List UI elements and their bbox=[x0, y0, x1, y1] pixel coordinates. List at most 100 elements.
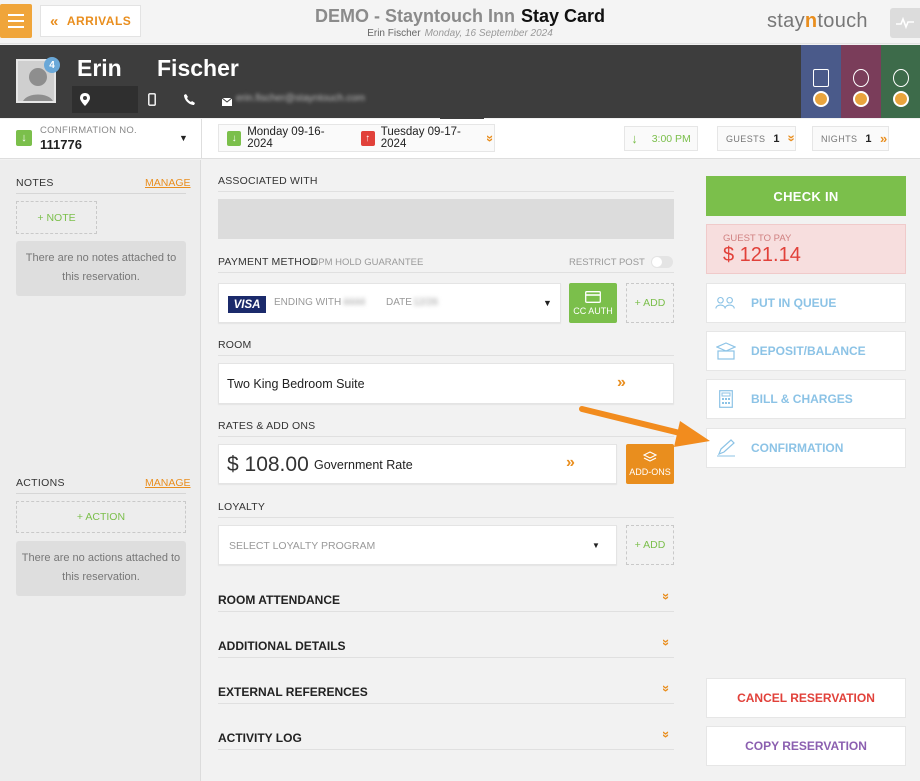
rate-name: Government Rate bbox=[314, 458, 413, 472]
double-chevron-right-icon: » bbox=[617, 374, 626, 391]
cancel-reservation-button[interactable]: CANCEL RESERVATION bbox=[706, 678, 906, 718]
confirmation-number[interactable]: 111776 bbox=[40, 137, 82, 152]
nights-count[interactable]: NIGHTS 1 » bbox=[812, 126, 889, 151]
mobile-phone-icon[interactable] bbox=[148, 93, 156, 109]
rate-card[interactable]: $ 108.00 Government Rate » bbox=[218, 444, 617, 484]
globe-icon bbox=[853, 69, 869, 87]
expiry-date-label: DATE bbox=[386, 297, 412, 308]
visa-card-icon: VISA bbox=[228, 296, 266, 313]
arrival-date: Monday 09-16-2024 bbox=[247, 126, 325, 150]
caret-down-icon[interactable]: ▼ bbox=[179, 133, 188, 143]
guest-to-pay-label: GUEST TO PAY bbox=[723, 233, 792, 244]
room-label: ROOM bbox=[218, 339, 252, 351]
double-chevron-left-icon: « bbox=[50, 12, 59, 30]
search-icon bbox=[853, 91, 869, 107]
left-column: NOTES MANAGE + NOTE There are no notes a… bbox=[0, 160, 201, 781]
arrival-arrow-icon: ↓ bbox=[16, 130, 32, 146]
double-chevron-right-icon: » bbox=[566, 454, 575, 471]
manage-notes-link[interactable]: MANAGE bbox=[145, 177, 191, 189]
tile-guest-web[interactable] bbox=[841, 45, 881, 118]
card-last-digits: 4444 bbox=[343, 297, 366, 308]
manage-actions-link[interactable]: MANAGE bbox=[145, 477, 191, 489]
stay-card-title: Stay Card bbox=[520, 6, 606, 26]
caret-down-icon: ▼ bbox=[543, 298, 552, 308]
card-expiry: 12/26 bbox=[413, 297, 439, 308]
bill-charges-button[interactable]: BILL & CHARGES bbox=[706, 379, 906, 419]
reservation-bar: ↓ CONFIRMATION NO. 111776 ▼ ↓ Monday 09-… bbox=[0, 119, 920, 159]
confirmation-button[interactable]: CONFIRMATION bbox=[706, 428, 906, 468]
guests-count[interactable]: GUESTS 1 » bbox=[717, 126, 800, 151]
double-chevron-down-icon[interactable]: » bbox=[659, 593, 674, 600]
hotel-name: DEMO - Stayntouch Inn bbox=[314, 6, 515, 26]
guest-email[interactable]: erin.fischer@stayntouch.com bbox=[236, 93, 365, 104]
menu-icon bbox=[8, 14, 24, 16]
building-icon bbox=[813, 69, 829, 87]
notes-empty-message: There are no notes attached to this rese… bbox=[16, 241, 186, 296]
external-references-section[interactable]: EXTERNAL REFERENCES bbox=[218, 685, 368, 699]
notes-title: NOTES bbox=[16, 177, 54, 189]
reservation-count-badge: 4 bbox=[44, 57, 60, 73]
activity-log-section[interactable]: ACTIVITY LOG bbox=[218, 731, 302, 745]
cc-auth-button[interactable]: CC AUTH bbox=[569, 283, 617, 323]
annotation-arrow-icon bbox=[579, 406, 710, 447]
payment-guarantee: 4PM HOLD GUARANTEE bbox=[313, 257, 424, 268]
caret-down-icon: ▼ bbox=[592, 541, 600, 550]
room-attendance-section[interactable]: ROOM ATTENDANCE bbox=[218, 593, 340, 607]
payment-method-label: PAYMENT METHOD bbox=[218, 256, 319, 268]
guest-first-name[interactable]: Erin bbox=[77, 55, 122, 82]
payment-card-select[interactable]: VISA ENDING WITH 4444 DATE 12/26 ▼ bbox=[218, 283, 561, 323]
actions-title: ACTIONS bbox=[16, 477, 65, 489]
departure-date: Tuesday 09-17-2024 bbox=[380, 126, 461, 150]
double-chevron-down-icon[interactable]: » bbox=[659, 731, 674, 738]
arrival-arrow-icon: ↓ bbox=[227, 130, 242, 146]
add-note-button[interactable]: + NOTE bbox=[16, 201, 97, 234]
group-icon bbox=[892, 69, 909, 87]
back-to-arrivals-button[interactable]: « ARRIVALS bbox=[40, 5, 141, 37]
search-icon bbox=[813, 91, 829, 107]
double-chevron-down-icon[interactable]: » bbox=[659, 685, 674, 692]
location-field[interactable] bbox=[72, 86, 138, 113]
search-icon bbox=[893, 91, 909, 107]
restrict-post-toggle[interactable] bbox=[651, 256, 673, 268]
tile-group[interactable] bbox=[881, 45, 920, 118]
ending-with-label: ENDING WITH bbox=[274, 297, 342, 308]
guest-last-name[interactable]: Fischer bbox=[157, 55, 239, 82]
menu-button[interactable] bbox=[0, 4, 32, 38]
guest-header: 4 Erin Fischer erin.fischer@stayntouch.c… bbox=[0, 45, 920, 118]
room-type: Two King Bedroom Suite bbox=[227, 377, 365, 391]
put-in-queue-button[interactable]: PUT IN QUEUE bbox=[706, 283, 906, 323]
location-pin-icon bbox=[80, 93, 90, 106]
loyalty-program-select[interactable]: SELECT LOYALTY PROGRAM ▼ bbox=[218, 525, 617, 565]
add-loyalty-button[interactable]: + ADD bbox=[626, 525, 674, 565]
deposit-balance-button[interactable]: DEPOSIT/BALANCE bbox=[706, 331, 906, 371]
copy-reservation-button[interactable]: COPY RESERVATION bbox=[706, 726, 906, 766]
stayntouch-logo: stayntouch bbox=[767, 10, 868, 32]
tile-room-details[interactable] bbox=[801, 45, 841, 118]
rates-addons-label: RATES & ADD ONS bbox=[218, 420, 316, 432]
restrict-post-label: RESTRICT POST bbox=[569, 257, 645, 268]
credit-card-icon bbox=[585, 290, 601, 303]
cash-stack-icon bbox=[715, 341, 737, 361]
additional-details-section[interactable]: ADDITIONAL DETAILS bbox=[218, 639, 346, 653]
check-in-button[interactable]: CHECK IN bbox=[706, 176, 906, 216]
double-chevron-right-icon: » bbox=[879, 131, 888, 146]
loyalty-label: LOYALTY bbox=[218, 501, 266, 513]
associated-with-field[interactable] bbox=[218, 199, 674, 239]
loyalty-placeholder: SELECT LOYALTY PROGRAM bbox=[229, 540, 376, 552]
stay-dates[interactable]: ↓ Monday 09-16-2024 ↑ Tuesday 09-17-2024… bbox=[218, 124, 498, 152]
arrival-time[interactable]: ↓ 3:00 PM bbox=[624, 126, 698, 151]
guest-to-pay-amount: $ 121.14 bbox=[723, 244, 801, 266]
add-action-button[interactable]: + ACTION bbox=[16, 501, 186, 533]
actions-empty-message: There are no actions attached to this re… bbox=[16, 541, 186, 596]
arrival-arrow-icon: ↓ bbox=[631, 131, 638, 146]
header-guest-name: Erin Fischer bbox=[367, 28, 421, 39]
guest-to-pay-box[interactable]: GUEST TO PAY $ 121.14 bbox=[706, 224, 906, 274]
double-chevron-down-icon: » bbox=[784, 134, 800, 143]
top-bar: « ARRIVALS DEMO - Stayntouch Inn Stay Car… bbox=[0, 0, 920, 44]
double-chevron-down-icon[interactable]: » bbox=[659, 639, 674, 646]
rate-amount: $ 108.00 bbox=[227, 453, 309, 476]
add-payment-button[interactable]: + ADD bbox=[626, 283, 674, 323]
confirmation-label: CONFIRMATION NO. bbox=[40, 125, 137, 136]
phone-icon[interactable] bbox=[184, 94, 195, 108]
activity-pulse-button[interactable] bbox=[890, 8, 920, 38]
